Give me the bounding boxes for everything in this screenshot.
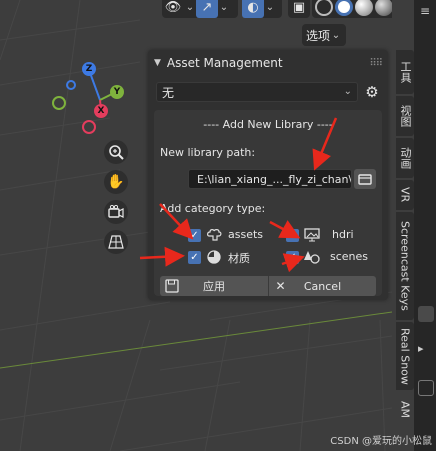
- tab-vr[interactable]: VR: [396, 180, 414, 210]
- sidebar-tabs: 工具 视图 动画 VR Screencast Keys Real Snow AM: [396, 50, 414, 430]
- 3d-viewport[interactable]: 👁 ⌄ ↗ ⌄ ◐ ⌄ ▣ ⌄ 选项 ⌄ Z Y X ✋: [0, 0, 392, 451]
- tab-tools[interactable]: 工具: [396, 50, 414, 94]
- tab-am[interactable]: AM: [396, 392, 414, 428]
- tab-real-snow[interactable]: Real Snow: [396, 322, 414, 390]
- tab-animation[interactable]: 动画: [396, 138, 414, 178]
- expand-icon[interactable]: ▸: [418, 342, 434, 358]
- menu-icon[interactable]: ≡: [416, 4, 434, 22]
- tab-view[interactable]: 视图: [396, 96, 414, 136]
- tool-icon[interactable]: [418, 306, 434, 322]
- properties-icon[interactable]: [418, 380, 434, 396]
- properties-edge: ≡ ▸: [414, 0, 436, 451]
- tab-screencast-keys[interactable]: Screencast Keys: [396, 212, 414, 320]
- annotation-arrows: [139, 117, 338, 273]
- watermark-text: CSDN @爱玩的小松鼠: [330, 436, 432, 447]
